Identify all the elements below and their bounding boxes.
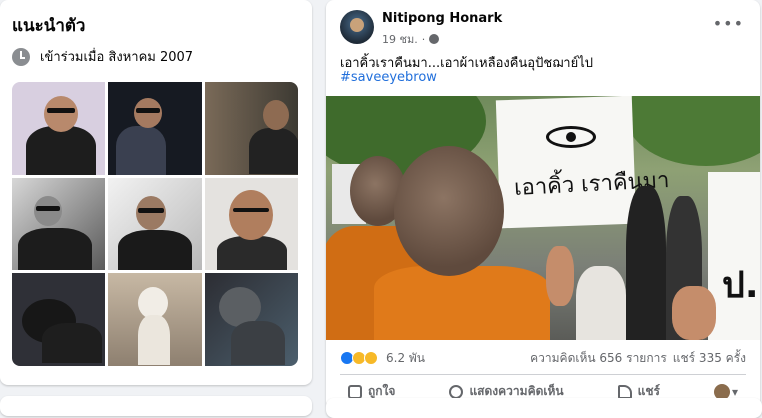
author-avatar[interactable] xyxy=(340,10,374,44)
intro-title: แนะนำตัว xyxy=(12,16,86,36)
photo-man-microphone[interactable] xyxy=(12,82,106,175)
reactions-summary[interactable]: 6.2 พัน xyxy=(340,349,425,368)
author-name[interactable]: Nitipong Honark xyxy=(382,11,502,26)
monk-head xyxy=(394,146,504,276)
reactions-count: 6.2 พัน xyxy=(386,350,426,365)
more-options-icon[interactable]: ••• xyxy=(713,14,744,33)
photo-man-sunglasses[interactable] xyxy=(108,177,202,271)
globe-icon xyxy=(429,34,440,44)
photo-dog-frenchie[interactable] xyxy=(204,273,298,366)
next-card xyxy=(0,396,312,416)
photo-man-portrait[interactable] xyxy=(204,177,298,271)
monk-robe xyxy=(374,266,550,340)
post-photo[interactable]: เอาคิ้ว เราคืนมา ป. xyxy=(326,96,760,340)
chevron-down-icon: ▾ xyxy=(731,384,738,399)
next-post-card xyxy=(326,398,762,418)
crowd-person xyxy=(626,186,666,340)
sign-right-text: ป. xyxy=(722,265,759,306)
photo-man-dark-room[interactable] xyxy=(204,82,298,175)
crowd-person xyxy=(576,266,626,340)
post-hashtag[interactable]: #saveeyebrow xyxy=(340,70,437,85)
eye-drawing xyxy=(546,126,596,148)
photo-dog-black[interactable] xyxy=(12,273,106,366)
share-icon xyxy=(617,384,632,399)
comments-count[interactable]: ความคิดเห็น 656 รายการ xyxy=(530,349,667,368)
shares-count[interactable]: แชร์ 335 ครั้ง xyxy=(673,349,746,368)
joined-info: เข้าร่วมเมื่อ สิงหาคม 2007 xyxy=(12,46,193,67)
clock-icon xyxy=(12,47,30,66)
thumbs-up-icon xyxy=(348,384,362,399)
post-card: Nitipong Honark 19 ชม. · ••• เอาคิ้วเราค… xyxy=(326,0,760,409)
post-time[interactable]: 19 ชม. xyxy=(382,30,418,48)
intro-card: แนะนำตัว เข้าร่วมเมื่อ สิงหาคม 2007 xyxy=(0,0,312,385)
hand xyxy=(672,286,716,340)
photo-man-piano[interactable] xyxy=(108,82,202,175)
joined-text: เข้าร่วมเมื่อ สิงหาคม 2007 xyxy=(40,50,194,65)
photo-grid xyxy=(12,82,298,366)
photo-dog-white[interactable] xyxy=(108,273,202,366)
hand xyxy=(546,246,574,306)
protest-sign xyxy=(495,96,637,229)
post-meta: 19 ชม. · xyxy=(382,30,440,48)
sad-reaction-icon xyxy=(364,351,378,365)
post-stats: 6.2 พัน ความคิดเห็น 656 รายการ แชร์ 335 … xyxy=(340,348,746,368)
comment-icon xyxy=(449,384,464,399)
photo-man-bw[interactable] xyxy=(12,177,106,271)
tree-shape xyxy=(626,96,760,166)
